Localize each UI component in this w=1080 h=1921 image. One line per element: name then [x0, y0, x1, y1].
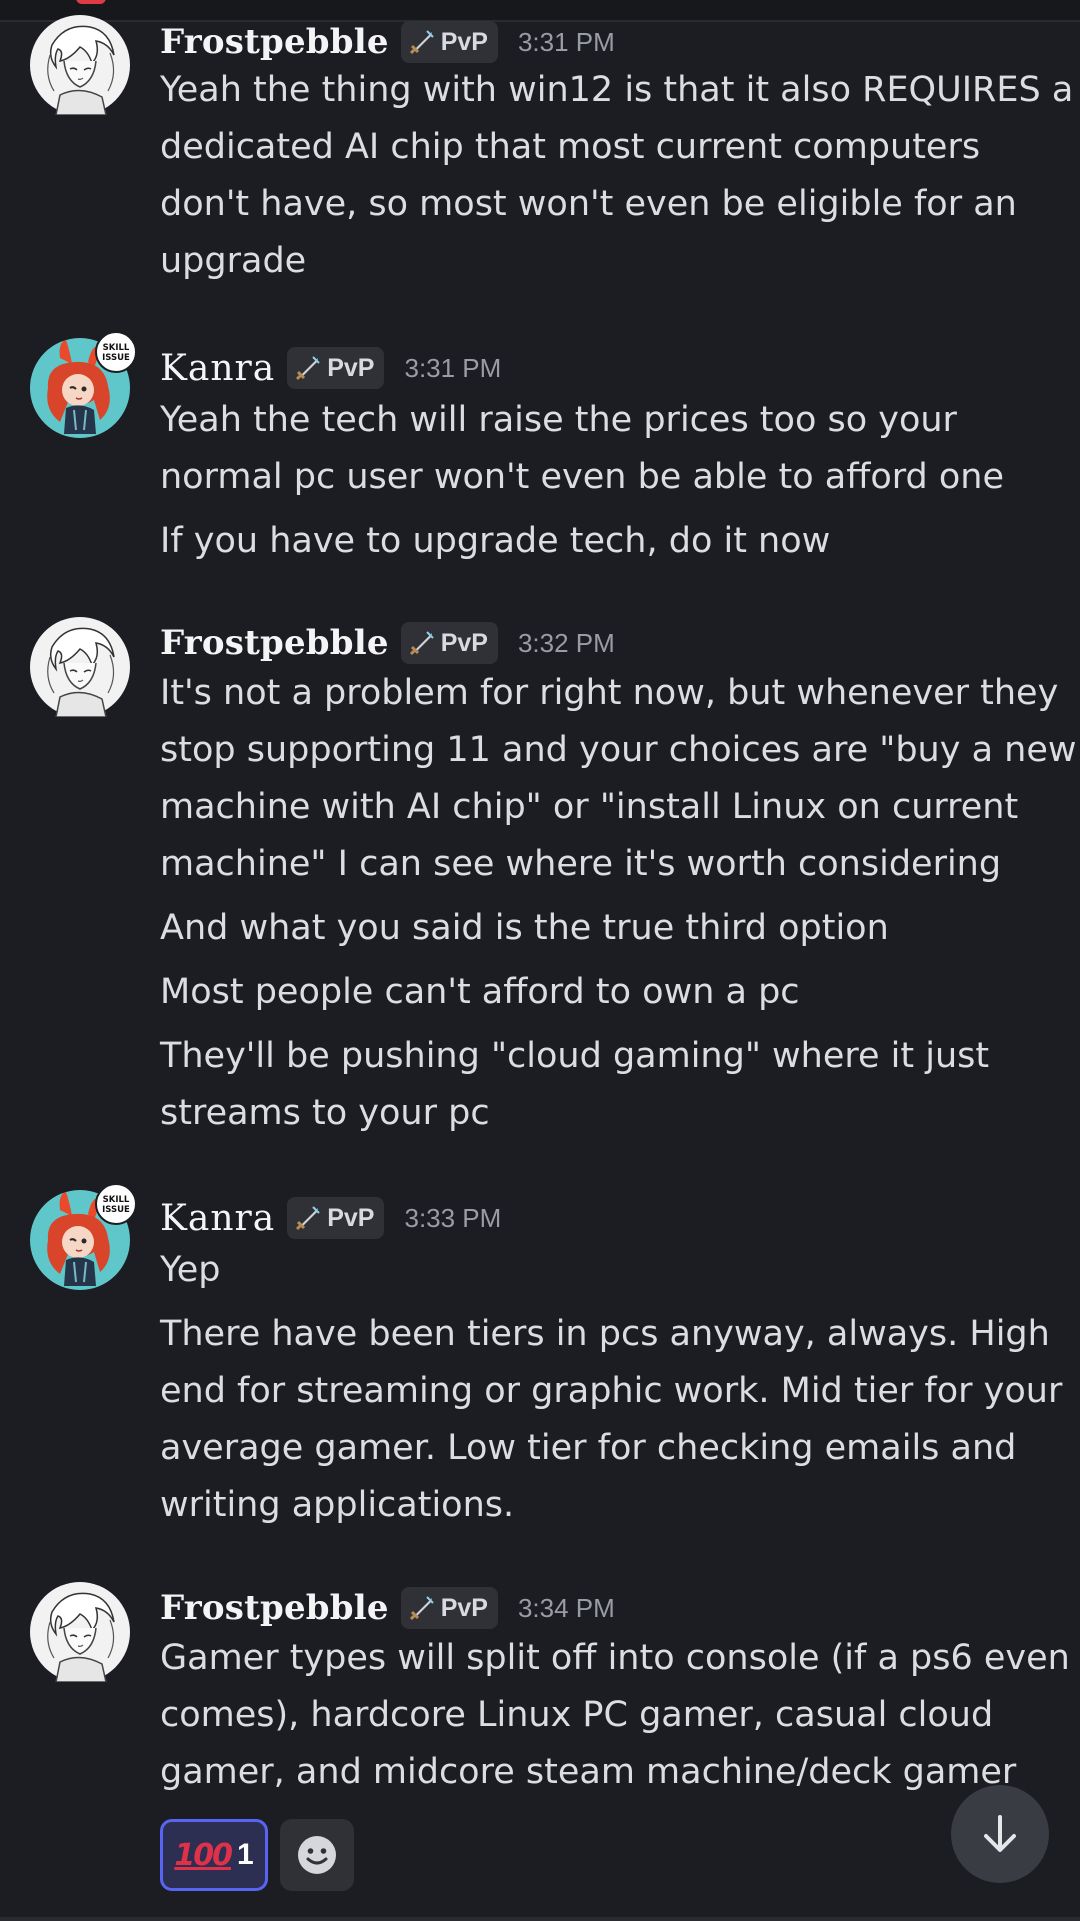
message-line: end for streaming or graphic work. Mid t… — [160, 1371, 1063, 1411]
message-header: Kanra PvP 3:33 PM — [160, 1196, 501, 1240]
pvp-tag[interactable]: PvP — [400, 1587, 498, 1629]
author-name[interactable]: Kanra — [160, 348, 275, 389]
message-line: It's not a problem for right now, but wh… — [160, 673, 1059, 713]
frostpebble-avatar-image — [30, 617, 130, 717]
pvp-tag[interactable]: PvP — [400, 21, 498, 63]
skill-issue-badge: SKILL ISSUE — [95, 1183, 137, 1225]
message-line: dedicated AI chip that most current comp… — [160, 127, 981, 167]
sword-icon — [409, 1596, 434, 1621]
author-name[interactable]: Frostpebble — [160, 1588, 389, 1628]
message-line: writing applications. — [160, 1485, 515, 1525]
timestamp: 3:31 PM — [517, 26, 615, 57]
tag-label: PvP — [440, 1593, 488, 1622]
message-line: gamer, and midcore steam machine/deck ga… — [160, 1752, 1017, 1792]
frostpebble-avatar-image — [30, 1582, 130, 1682]
pvp-tag[interactable]: PvP — [400, 622, 498, 664]
tag-label: PvP — [327, 353, 375, 382]
reaction-100[interactable]: 100 1 — [160, 1819, 268, 1891]
message-line: don't have, so most won't even be eligib… — [160, 184, 1017, 224]
message-line: machine" I can see where it's worth cons… — [160, 844, 1002, 884]
author-name[interactable]: Frostpebble — [160, 623, 389, 663]
message-line: comes), hardcore Linux PC gamer, casual … — [160, 1695, 994, 1735]
timestamp: 3:33 PM — [404, 1202, 502, 1233]
skill-issue-badge: SKILL ISSUE — [95, 331, 137, 373]
sword-icon — [296, 1206, 320, 1231]
message-line: And what you said is the true third opti… — [160, 908, 889, 948]
svg-text:ISSUE: ISSUE — [102, 353, 130, 363]
avatar-frostpebble[interactable] — [30, 617, 130, 717]
svg-text:ISSUE: ISSUE — [102, 1205, 130, 1215]
message-line: normal pc user won't even be able to aff… — [160, 457, 1004, 497]
pvp-tag[interactable]: PvP — [287, 1197, 385, 1239]
author-name[interactable]: Frostpebble — [160, 22, 389, 62]
tag-label: PvP — [327, 1203, 375, 1232]
bottom-divider — [0, 1917, 1080, 1921]
message-header: Frostpebble PvP 3:32 PM — [160, 621, 615, 665]
sword-icon — [409, 30, 434, 55]
sword-icon — [296, 356, 320, 381]
top-bar — [0, 0, 1080, 22]
reaction-count: 1 — [236, 1838, 254, 1871]
avatar-kanra[interactable]: SKILL ISSUE — [30, 1183, 137, 1290]
add-reaction-button[interactable] — [280, 1819, 354, 1891]
frostpebble-avatar-image — [30, 15, 130, 115]
message-line: Yep — [160, 1250, 221, 1290]
message-line: Yeah the thing with win12 is that it als… — [160, 70, 1074, 110]
timestamp: 3:31 PM — [404, 352, 502, 383]
message-line: Gamer types will split off into console … — [160, 1638, 1070, 1678]
message-header: Frostpebble PvP 3:31 PM — [160, 20, 615, 64]
message-line: average gamer. Low tier for checking ema… — [160, 1428, 1017, 1468]
arrow-down-icon — [984, 1815, 1016, 1852]
message-line: stop supporting 11 and your choices are … — [160, 730, 1077, 770]
message-line: There have been tiers in pcs anyway, alw… — [160, 1314, 1050, 1354]
avatar-frostpebble[interactable] — [30, 1582, 130, 1682]
message-line: If you have to upgrade tech, do it now — [160, 521, 831, 561]
message-header: Kanra PvP 3:31 PM — [160, 346, 501, 390]
message-line: streams to your pc — [160, 1093, 490, 1133]
tag-label: PvP — [440, 628, 488, 657]
svg-text:SKILL: SKILL — [103, 1195, 130, 1205]
message-line: Yeah the tech will raise the prices too … — [160, 400, 957, 440]
avatar-frostpebble[interactable] — [30, 15, 130, 115]
jump-to-bottom-button[interactable] — [951, 1785, 1049, 1883]
reaction-bar: 100 1 — [160, 1819, 354, 1891]
message-header: Frostpebble PvP 3:34 PM — [160, 1586, 615, 1630]
pvp-tag[interactable]: PvP — [287, 347, 385, 389]
author-name[interactable]: Kanra — [160, 1198, 275, 1239]
message-line: upgrade — [160, 241, 307, 281]
unread-indicator — [76, 0, 106, 4]
message-line: They'll be pushing "cloud gaming" where … — [160, 1036, 990, 1076]
timestamp: 3:34 PM — [517, 1592, 615, 1623]
svg-text:SKILL: SKILL — [103, 343, 130, 353]
add-reaction-smiley-icon — [298, 1836, 336, 1874]
tag-label: PvP — [440, 27, 488, 56]
message-line: Most people can't afford to own a pc — [160, 972, 800, 1012]
avatar-kanra[interactable]: SKILL ISSUE — [30, 331, 137, 438]
sword-icon — [409, 631, 434, 656]
message-line: machine with AI chip" or "install Linux … — [160, 787, 1019, 827]
timestamp: 3:32 PM — [517, 627, 615, 658]
hundred-points-emoji: 100 — [174, 1837, 233, 1873]
